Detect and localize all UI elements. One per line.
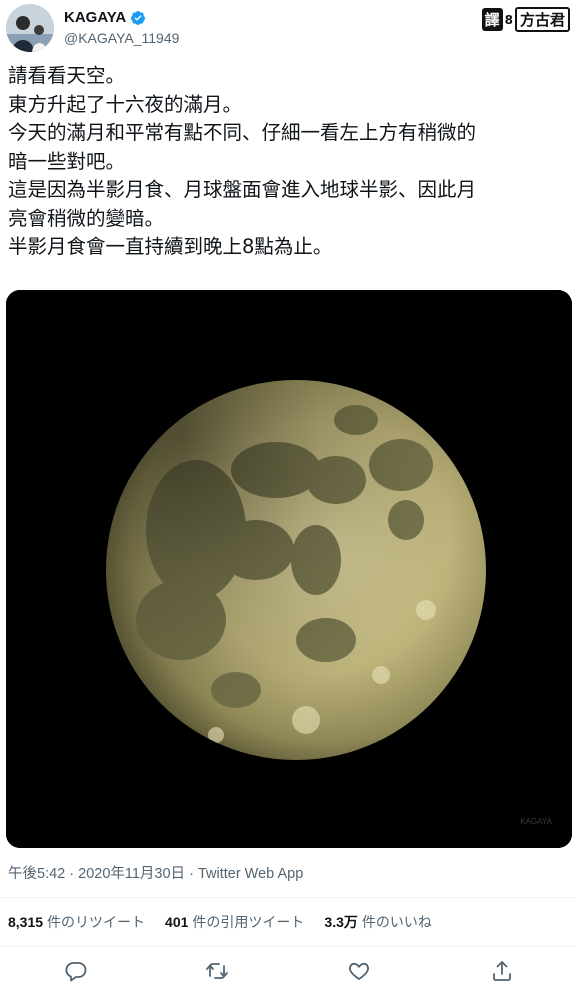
share-icon[interactable]: [490, 959, 514, 983]
avatar-photo: [6, 4, 54, 52]
translator-credit: 譯 8 方古君: [481, 7, 570, 32]
meta-separator: ·: [185, 866, 198, 882]
quote-count-link[interactable]: 401 件の引用ツイート: [165, 912, 304, 932]
like-count-link[interactable]: 3.3万 件のいいね: [324, 912, 431, 932]
tweet-line: 東方升起了十六夜的滿月。: [8, 92, 243, 116]
tweet-time[interactable]: 午後5:42: [8, 866, 65, 882]
tweet-date[interactable]: 2020年11月30日: [78, 866, 185, 882]
like-count-label: 件のいいね: [361, 914, 432, 930]
author-display-name[interactable]: KAGAYA: [64, 9, 126, 26]
tweet-media-photo[interactable]: KAGAYA: [6, 290, 572, 848]
translator-name: 方古君: [514, 7, 570, 32]
photo-watermark: KAGAYA: [520, 817, 552, 826]
like-heart-icon[interactable]: [347, 959, 371, 983]
tweet-meta: 午後5:42 · 2020年11月30日 · Twitter Web App: [8, 862, 303, 883]
retweet-count-label: 件のリツイート: [47, 914, 146, 930]
author-handle[interactable]: @KAGAYA_11949: [64, 30, 179, 46]
meta-separator: ·: [65, 866, 79, 882]
verified-badge-icon: [131, 10, 146, 25]
tweet-header: KAGAYA @KAGAYA_11949 譯 8 方古君: [0, 0, 576, 60]
avatar[interactable]: [6, 4, 54, 52]
tweet-stats: 8,315 件のリツイート 401 件の引用ツイート 3.3万 件のいいね: [8, 912, 452, 932]
tweet-source[interactable]: Twitter Web App: [198, 866, 303, 882]
retweet-count-link[interactable]: 8,315 件のリツイート: [8, 912, 145, 932]
translator-separator: 8: [504, 12, 513, 27]
reply-icon[interactable]: [64, 959, 88, 983]
quote-count: 401: [165, 914, 189, 930]
author-name-row[interactable]: KAGAYA: [64, 9, 146, 26]
tweet-line: 今天的滿月和平常有點不同、仔細一看左上方有稍微的: [8, 121, 477, 144]
full-moon-photo: [6, 290, 572, 848]
divider: [0, 897, 576, 898]
divider: [0, 946, 576, 947]
retweet-count: 8,315: [8, 914, 44, 930]
tweet-line: 亮會稍微的變暗。: [8, 206, 165, 230]
tweet-line: 這是因為半影月食、月球盤面會進入地球半影、因此月: [8, 178, 477, 201]
tweet-line: 暗一些對吧。: [8, 149, 126, 173]
like-count: 3.3万: [324, 914, 358, 930]
tweet-action-bar: [0, 955, 576, 987]
retweet-icon[interactable]: [205, 959, 229, 983]
tweet-line: 半影月食會一直持續到晚上8點為止。: [8, 235, 333, 258]
translator-label: 譯: [481, 8, 503, 31]
tweet-text: 請看看天空。 東方升起了十六夜的滿月。 今天的滿月和平常有點不同、仔細一看左上方…: [8, 62, 570, 262]
quote-count-label: 件の引用ツイート: [192, 914, 305, 930]
tweet-line: 請看看天空。: [8, 64, 126, 87]
